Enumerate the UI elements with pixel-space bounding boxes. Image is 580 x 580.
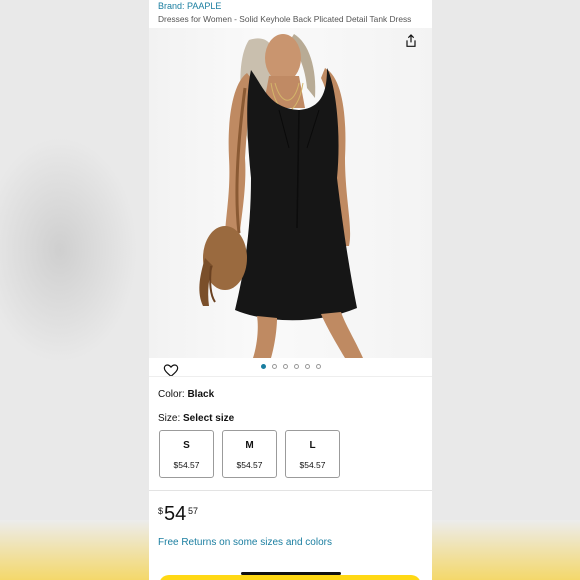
- size-option-l[interactable]: L $54.57: [285, 430, 340, 478]
- product-image[interactable]: [149, 28, 432, 378]
- carousel-dot[interactable]: [293, 363, 299, 369]
- size-option-name: L: [309, 440, 316, 451]
- divider: [149, 490, 432, 491]
- size-option-price: $54.57: [173, 460, 200, 470]
- divider: [149, 376, 432, 377]
- size-option-name: S: [183, 440, 190, 451]
- price-symbol: $: [158, 506, 164, 516]
- share-icon[interactable]: [403, 33, 419, 49]
- blurred-background-right: [432, 520, 580, 580]
- size-selection: Size: Select size: [158, 413, 234, 424]
- color-label: Color:: [158, 389, 188, 400]
- size-option-s[interactable]: S $54.57: [159, 430, 214, 478]
- price-fraction: 57: [188, 506, 199, 516]
- product-page: Brand: PAAPLE Dresses for Women - Solid …: [149, 0, 432, 580]
- free-returns-link[interactable]: Free Returns on some sizes and colors: [158, 537, 332, 548]
- size-option-name: M: [245, 440, 254, 451]
- size-option-m[interactable]: M $54.57: [222, 430, 277, 478]
- add-to-cart-button[interactable]: [159, 575, 421, 580]
- size-value: Select size: [183, 413, 235, 424]
- carousel-dot[interactable]: [282, 363, 288, 369]
- home-indicator: [241, 572, 341, 575]
- product-title: Dresses for Women - Solid Keyhole Back P…: [158, 14, 412, 24]
- color-value: Black: [187, 389, 215, 400]
- color-selection: Color: Black: [158, 389, 214, 400]
- dress-photo: [199, 34, 363, 358]
- carousel-dot[interactable]: [271, 363, 277, 369]
- carousel-dot[interactable]: [260, 363, 266, 369]
- price-whole: 54: [164, 503, 187, 525]
- size-label: Size:: [158, 413, 184, 424]
- blurred-background-left: [0, 520, 149, 580]
- brand-link[interactable]: Brand: PAAPLE: [158, 1, 221, 11]
- image-carousel-dots[interactable]: [149, 360, 432, 372]
- size-option-price: $54.57: [236, 460, 263, 470]
- carousel-dot[interactable]: [304, 363, 310, 369]
- carousel-dot[interactable]: [315, 363, 321, 369]
- size-option-price: $54.57: [299, 460, 326, 470]
